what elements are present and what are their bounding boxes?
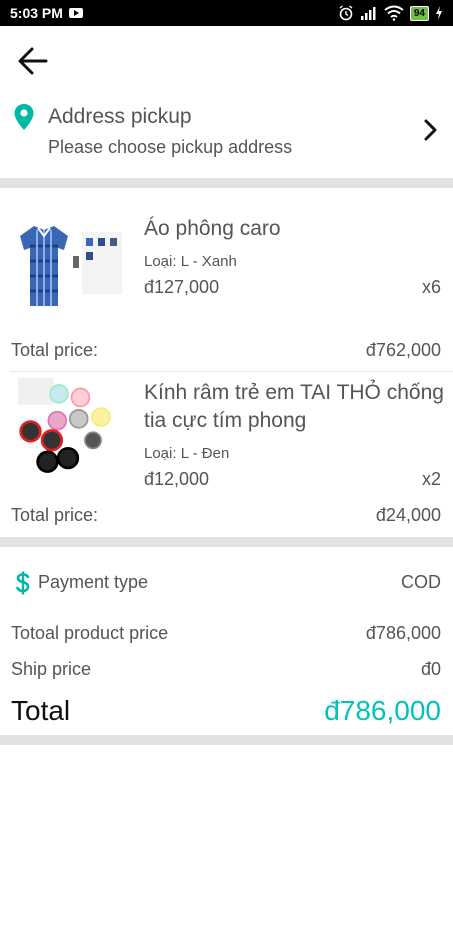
product-price-label: Totoal product price xyxy=(11,623,169,643)
section-divider xyxy=(0,537,453,547)
status-bar: 5:03 PM 94 xyxy=(0,0,453,26)
section-divider xyxy=(0,735,453,745)
status-time: 5:03 PM xyxy=(10,5,63,21)
address-pickup-row[interactable]: Address pickup Please choose pickup addr… xyxy=(0,92,453,178)
ship-price-label: Ship price xyxy=(11,659,92,679)
address-title: Address pickup xyxy=(48,105,192,128)
wifi-icon xyxy=(384,5,404,21)
signal-icon xyxy=(360,7,376,20)
product-image-sunglasses xyxy=(16,376,120,476)
product-name: Áo phông caro xyxy=(144,217,281,240)
youtube-icon xyxy=(68,8,83,18)
grand-total-value: đ786,000 xyxy=(324,695,441,726)
product-name: Kính râm trẻ em TAI THỎ chống tia cực tí… xyxy=(144,381,444,432)
battery-icon: 94 xyxy=(409,5,429,21)
payment-type-label: Payment type xyxy=(38,572,149,592)
grand-total-label: Total xyxy=(11,695,71,726)
charging-icon xyxy=(436,6,442,20)
product-price-value: đ786,000 xyxy=(365,623,441,643)
item-total-label: Total price: xyxy=(11,340,99,360)
location-pin-icon xyxy=(14,104,34,130)
address-subtitle: Please choose pickup address xyxy=(48,137,293,157)
dollar-icon xyxy=(16,571,30,595)
product-variant: Loại: L - Xanh xyxy=(144,253,237,270)
product-price: đ127,000 xyxy=(144,277,220,297)
item-total-label: Total price: xyxy=(11,505,99,525)
chevron-right-icon xyxy=(424,119,437,141)
alarm-icon xyxy=(339,5,353,21)
cart-item: Áo phông caro Loại: L - Xanh đ127,000 x6… xyxy=(0,188,453,370)
ship-price-value: đ0 xyxy=(420,659,441,679)
product-quantity: x2 xyxy=(421,469,441,489)
product-image-shirt xyxy=(10,216,126,316)
top-bar xyxy=(0,26,453,92)
product-price: đ12,000 xyxy=(144,469,210,489)
product-variant: Loại: L - Đen xyxy=(144,445,230,462)
product-quantity: x6 xyxy=(421,277,441,297)
item-total-value: đ762,000 xyxy=(365,340,441,360)
back-arrow-icon[interactable] xyxy=(16,44,50,78)
section-divider xyxy=(0,178,453,188)
payment-type-value[interactable]: COD xyxy=(401,572,441,593)
cart-item: Kính râm trẻ em TAI THỎ chống tia cực tí… xyxy=(0,372,453,536)
item-total-value: đ24,000 xyxy=(375,505,441,525)
